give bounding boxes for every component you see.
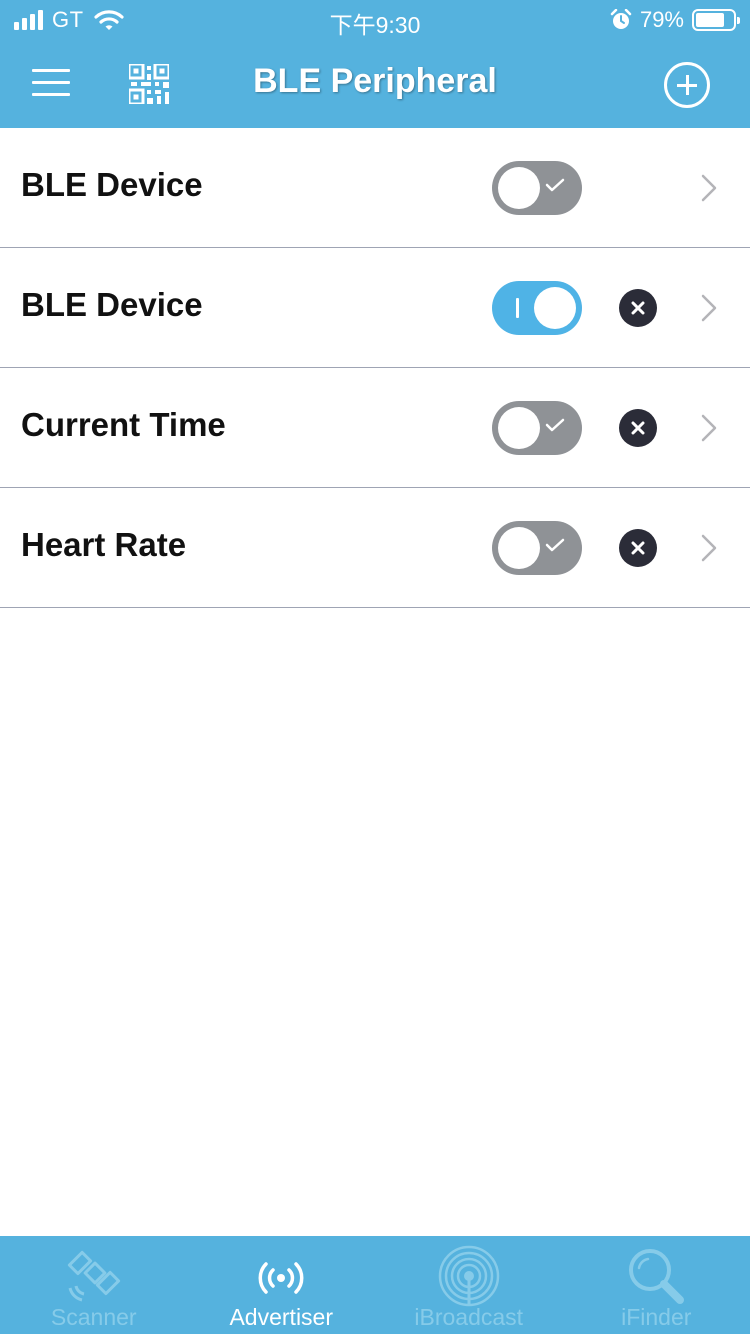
list-item[interactable]: BLE Device bbox=[0, 248, 750, 368]
tab-ibroadcast[interactable]: iBroadcast bbox=[375, 1236, 563, 1334]
close-icon bbox=[631, 301, 645, 315]
tab-label: iBroadcast bbox=[414, 1304, 524, 1330]
battery-tip bbox=[737, 17, 740, 24]
toggle-knob bbox=[534, 287, 576, 329]
list-item[interactable]: BLE Device bbox=[0, 128, 750, 248]
battery-percent: 79% bbox=[639, 7, 684, 32]
broadcast-icon bbox=[258, 1262, 304, 1294]
satellite-icon bbox=[67, 1250, 120, 1302]
page-title: BLE Peripheral bbox=[253, 62, 497, 100]
toggle-knob bbox=[498, 167, 540, 209]
tab-advertiser[interactable]: Advertiser bbox=[188, 1236, 376, 1334]
enable-toggle[interactable] bbox=[492, 161, 582, 215]
close-icon bbox=[631, 421, 645, 435]
enable-toggle[interactable] bbox=[492, 521, 582, 575]
tab-label: iFinder bbox=[621, 1304, 692, 1330]
chevron-right-icon[interactable] bbox=[699, 413, 719, 443]
row-label: BLE Device bbox=[21, 166, 203, 203]
checkmark-icon bbox=[545, 178, 565, 192]
toggle-on-mark bbox=[516, 298, 519, 318]
row-label: BLE Device bbox=[21, 286, 203, 323]
row-label: Current Time bbox=[21, 406, 226, 443]
chevron-right-icon[interactable] bbox=[699, 293, 719, 323]
battery-level-fill bbox=[696, 13, 724, 27]
tab-scanner[interactable]: Scanner bbox=[0, 1236, 188, 1334]
tab-label: Scanner bbox=[50, 1304, 137, 1330]
tab-label: Advertiser bbox=[229, 1304, 334, 1330]
tab-bar: Scanner Advertiser iBroadcast iFinder bbox=[0, 1236, 750, 1334]
list-item[interactable]: Heart Rate bbox=[0, 488, 750, 608]
alarm-icon bbox=[610, 9, 632, 29]
delete-button[interactable] bbox=[619, 289, 657, 327]
row-label: Heart Rate bbox=[21, 526, 187, 563]
peripheral-list: BLE Device BLE Device Current Time Heart… bbox=[0, 128, 750, 608]
ibeacon-icon bbox=[438, 1245, 499, 1307]
delete-button[interactable] bbox=[619, 529, 657, 567]
chevron-right-icon[interactable] bbox=[699, 173, 719, 203]
add-circle-icon[interactable] bbox=[664, 62, 710, 108]
checkmark-icon bbox=[545, 538, 565, 552]
status-bar: GT 下午9:30 79% bbox=[0, 0, 750, 40]
toggle-knob bbox=[498, 407, 540, 449]
toggle-knob bbox=[498, 527, 540, 569]
status-right: 79% bbox=[610, 6, 740, 34]
delete-button[interactable] bbox=[619, 409, 657, 447]
tab-ifinder[interactable]: iFinder bbox=[563, 1236, 750, 1334]
checkmark-icon bbox=[545, 418, 565, 432]
close-icon bbox=[631, 541, 645, 555]
enable-toggle[interactable] bbox=[492, 401, 582, 455]
list-item[interactable]: Current Time bbox=[0, 368, 750, 488]
nav-bar: BLE Peripheral bbox=[0, 40, 750, 128]
enable-toggle[interactable] bbox=[492, 281, 582, 335]
battery-icon bbox=[692, 9, 740, 31]
magnifier-icon bbox=[629, 1249, 685, 1304]
chevron-right-icon[interactable] bbox=[699, 533, 719, 563]
app-header: GT 下午9:30 79% BLE Peripheral bbox=[0, 0, 750, 128]
